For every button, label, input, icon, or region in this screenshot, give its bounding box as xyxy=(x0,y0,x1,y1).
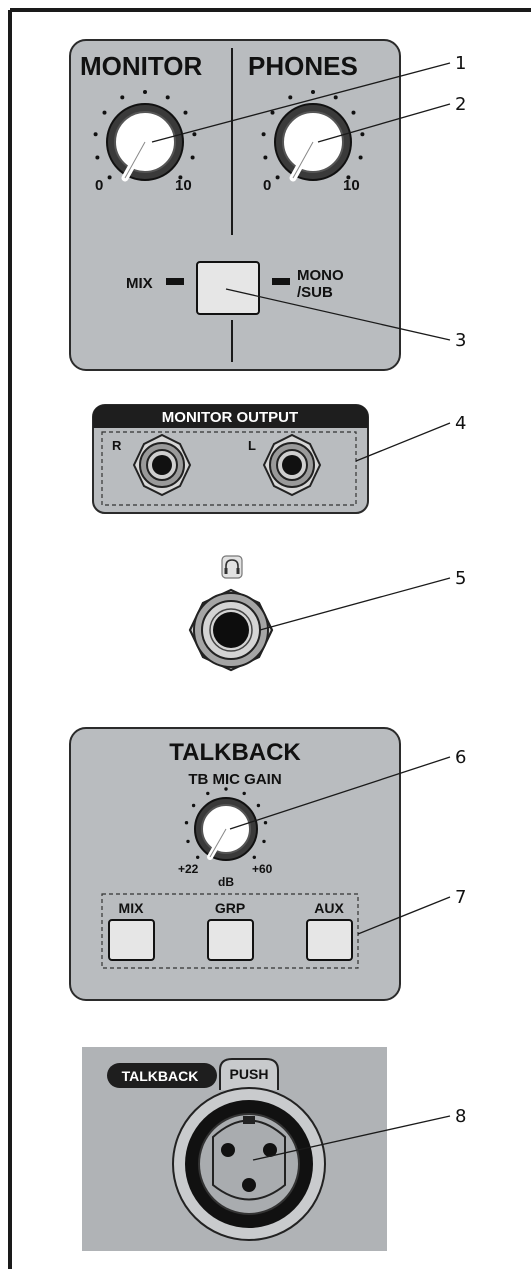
knob-scale-dot xyxy=(206,791,210,796)
knob-scale-dot xyxy=(192,132,197,137)
phones-knob-max-label: 10 xyxy=(343,177,360,194)
knob-scale-dot xyxy=(261,132,266,137)
knob-scale-dot xyxy=(252,855,256,859)
mix-label: MIX xyxy=(126,275,153,292)
callout-line-5 xyxy=(259,577,451,631)
talkback-mix-button[interactable] xyxy=(108,919,155,961)
talkback-xlr-input[interactable] xyxy=(172,1087,326,1241)
knob-scale-dot xyxy=(333,95,338,100)
mixer-diagram: MONITOR PHONES 0 10 0 10 MIX MONO /SUB M… xyxy=(8,8,531,1269)
headphones-output xyxy=(188,555,274,672)
knob-scale-dot xyxy=(360,132,365,137)
talkback-aux-button[interactable] xyxy=(306,919,353,961)
push-label: PUSH xyxy=(230,1066,269,1082)
tb-mic-gain-label: TB MIC GAIN xyxy=(188,771,281,788)
left-output-label: L xyxy=(248,438,256,453)
knob-scale-dot xyxy=(183,110,188,115)
knob-scale-dot xyxy=(191,803,196,808)
monitor-title: MONITOR xyxy=(80,51,203,81)
tb-knob-min-label: +22 xyxy=(178,862,199,876)
talkback-mic-section: TALKBACK PUSH xyxy=(82,1047,387,1251)
knob-scale-dot xyxy=(107,175,112,180)
callout-7: 7 xyxy=(455,887,466,908)
knob-scale-dot xyxy=(196,855,200,859)
monitor-knob-min-label: 0 xyxy=(95,177,103,194)
talkback-mic-label: TALKBACK xyxy=(122,1068,199,1084)
tb-knob-unit-label: dB xyxy=(218,875,234,889)
knob-scale-dot xyxy=(358,155,363,160)
knob-scale-dot xyxy=(143,90,147,94)
monitor-output-title: MONITOR OUTPUT xyxy=(162,409,298,426)
callout-line-4 xyxy=(355,422,451,462)
talkback-grp-button[interactable] xyxy=(207,919,254,961)
knob-scale-dot xyxy=(224,787,228,791)
knob-scale-dot xyxy=(263,155,268,160)
mix-indicator xyxy=(166,278,184,285)
callout-4: 4 xyxy=(455,413,466,434)
phones-title: PHONES xyxy=(248,51,358,81)
knob-scale-dot xyxy=(288,95,293,100)
knob-scale-dot xyxy=(95,155,100,160)
tb-knob-max-label: +60 xyxy=(252,862,273,876)
monitor-output-panel: MONITOR OUTPUT R L xyxy=(92,404,369,514)
knob-scale-dot xyxy=(184,821,189,825)
callout-2: 2 xyxy=(455,94,466,115)
right-output-label: R xyxy=(112,438,122,453)
callout-1: 1 xyxy=(455,53,466,74)
mix-mono-sub-switch[interactable] xyxy=(196,261,260,315)
callout-5: 5 xyxy=(455,568,466,589)
knob-scale-dot xyxy=(242,791,246,796)
callout-6: 6 xyxy=(455,747,466,768)
knob-scale-dot xyxy=(190,155,195,160)
sub-label: /SUB xyxy=(297,284,333,301)
talkback-title: TALKBACK xyxy=(169,739,301,766)
knob-scale-dot xyxy=(165,95,170,100)
knob-scale-dot xyxy=(256,803,261,808)
talkback-aux-label: AUX xyxy=(314,900,344,916)
knob-scale-dot xyxy=(102,110,107,115)
knob-scale-dot xyxy=(262,839,266,844)
knob-scale-dot xyxy=(120,95,125,100)
talkback-mix-label: MIX xyxy=(119,900,145,916)
monitor-knob-max-label: 10 xyxy=(175,177,192,194)
knob-scale-dot xyxy=(93,132,98,137)
callout-3: 3 xyxy=(455,330,466,351)
knob-scale-dot xyxy=(275,175,280,180)
mono-sub-indicator xyxy=(272,278,290,285)
knob-scale-dot xyxy=(351,110,356,115)
knob-scale-dot xyxy=(263,821,268,825)
knob-scale-dot xyxy=(186,839,190,844)
talkback-grp-label: GRP xyxy=(215,900,245,916)
phones-knob-min-label: 0 xyxy=(263,177,271,194)
knob-scale-dot xyxy=(270,110,275,115)
mono-label: MONO xyxy=(297,267,344,284)
headphones-jack[interactable] xyxy=(188,588,274,672)
knob-scale-dot xyxy=(311,90,315,94)
talkback-panel: TALKBACK TB MIC GAIN +22 +60 dB MIX GRP … xyxy=(69,727,401,1001)
callout-8: 8 xyxy=(455,1106,466,1127)
